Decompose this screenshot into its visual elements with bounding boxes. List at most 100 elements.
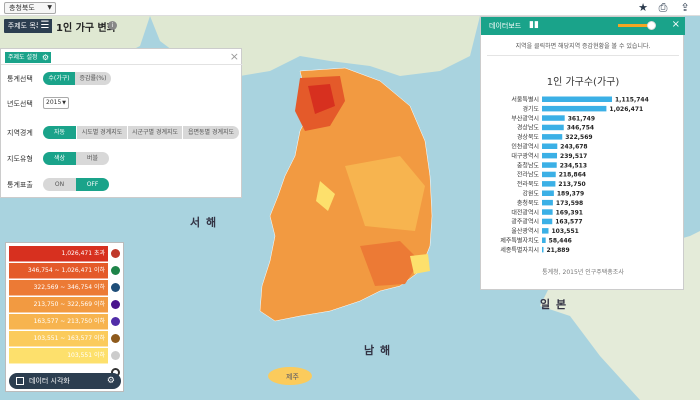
bar[interactable] bbox=[542, 199, 553, 206]
dashboard-panel: 데이터보드 ▮▮ × 지역을 클릭하면 해당지역 증감현황을 볼 수 있습니다.… bbox=[480, 16, 685, 290]
year-select[interactable]: 2015 ▼ bbox=[43, 97, 69, 109]
settings-header: 주제도 설정 ⚙ × bbox=[1, 49, 243, 65]
option-bubble[interactable]: 버블 bbox=[76, 152, 109, 165]
bar[interactable] bbox=[542, 218, 553, 225]
legend-row[interactable]: 103,551 ~ 163,577 이하 bbox=[9, 331, 108, 347]
stat-display-row: 통계표출 ON OFF bbox=[1, 177, 243, 193]
category-label: 제주특별자치도 bbox=[500, 237, 539, 245]
value-label: 21,889 bbox=[547, 247, 570, 254]
category-label: 충청남도 bbox=[517, 161, 540, 169]
value-label: 1,026,471 bbox=[609, 106, 643, 113]
legend-row[interactable]: 103,551 이하 bbox=[9, 348, 108, 364]
year-select-value: 2015 bbox=[46, 99, 62, 106]
legend-color-dot[interactable] bbox=[111, 351, 120, 360]
option-auto[interactable]: 자동 bbox=[43, 126, 76, 139]
row-label: 통계표출 bbox=[7, 181, 33, 189]
legend-row[interactable]: 163,577 ~ 213,750 이하 bbox=[9, 314, 108, 330]
value-label: 189,379 bbox=[557, 191, 584, 198]
value-label: 239,517 bbox=[560, 153, 587, 160]
print-icon[interactable]: ⎙ bbox=[656, 1, 670, 15]
settings-panel: 주제도 설정 ⚙ × 통계선택 수(가구) 증감률(%) 년도선택 2015 ▼… bbox=[0, 48, 243, 198]
bar[interactable] bbox=[542, 237, 546, 244]
dashboard-header: 데이터보드 ▮▮ × bbox=[481, 17, 685, 35]
toggle-off[interactable]: OFF bbox=[76, 178, 109, 191]
year-select-row: 년도선택 2015 ▼ bbox=[1, 96, 243, 112]
gear-icon[interactable]: ⚙ bbox=[40, 52, 51, 63]
category-label: 부산광역시 bbox=[511, 114, 539, 122]
legend-color-dot[interactable] bbox=[111, 266, 120, 275]
value-label: 173,598 bbox=[556, 200, 583, 207]
row-label: 지역경계 bbox=[7, 129, 33, 137]
option-sigungu[interactable]: 시군구별 경계지도 bbox=[128, 126, 182, 139]
row-label: 통계선택 bbox=[7, 75, 33, 83]
legend-color-dot[interactable] bbox=[111, 317, 120, 326]
chevron-down-icon: ▼ bbox=[47, 4, 52, 11]
data-visualization-button[interactable]: 데이터 시각화 ⚙ bbox=[9, 373, 121, 389]
settings-title: 주제도 설정 bbox=[5, 52, 41, 63]
region-select-value: 충청북도 bbox=[9, 4, 35, 12]
legend-row[interactable]: 346,754 ~ 1,026,471 이하 bbox=[9, 263, 108, 279]
close-icon[interactable]: × bbox=[230, 50, 239, 63]
category-label: 대구광역시 bbox=[511, 152, 539, 160]
bar[interactable] bbox=[542, 152, 558, 159]
menu-icon[interactable]: ☰ bbox=[38, 19, 52, 33]
map-type-row: 지도유형 색상 버블 bbox=[1, 151, 243, 167]
category-label: 경상남도 bbox=[517, 124, 540, 132]
category-label: 전라남도 bbox=[517, 171, 540, 179]
divider bbox=[487, 55, 679, 56]
share-icon[interactable]: ⇪ bbox=[678, 1, 692, 15]
option-rate[interactable]: 증감률(%) bbox=[75, 72, 111, 85]
slider-handle[interactable] bbox=[647, 21, 656, 30]
bar[interactable] bbox=[542, 105, 607, 112]
option-color[interactable]: 색상 bbox=[43, 152, 76, 165]
data-source: 통계청, 2015년 인구주택총조사 bbox=[542, 269, 624, 276]
region-select[interactable]: 충청북도 ▼ bbox=[4, 2, 56, 14]
option-eupmyeondong[interactable]: 읍면동별 경계지도 bbox=[183, 126, 239, 139]
bar[interactable] bbox=[542, 171, 556, 178]
option-count[interactable]: 수(가구) bbox=[43, 72, 75, 85]
value-label: 58,446 bbox=[549, 238, 572, 245]
jeju-label: 제주 bbox=[286, 373, 299, 381]
bar[interactable] bbox=[542, 134, 563, 140]
info-icon[interactable]: i bbox=[108, 21, 117, 30]
category-label: 강원도 bbox=[522, 190, 539, 198]
gear-icon[interactable]: ⚙ bbox=[107, 373, 115, 389]
value-label: 322,569 bbox=[565, 134, 592, 141]
boundary-row: 지역경계 자동 시도별 경계지도 시군구별 경계지도 읍면동별 경계지도 bbox=[1, 125, 243, 141]
legend-color-dot[interactable] bbox=[111, 300, 120, 309]
bar[interactable] bbox=[542, 162, 557, 168]
bar[interactable] bbox=[542, 115, 565, 121]
category-label: 전라북도 bbox=[517, 180, 540, 188]
category-label: 경상북도 bbox=[517, 133, 540, 141]
option-sido[interactable]: 시도별 경계지도 bbox=[77, 126, 127, 139]
category-label: 울산광역시 bbox=[511, 227, 539, 235]
legend-color-dot[interactable] bbox=[111, 249, 120, 258]
toggle-on[interactable]: ON bbox=[43, 178, 76, 191]
legend-row[interactable]: 322,569 ~ 346,754 이하 bbox=[9, 280, 108, 296]
opacity-slider[interactable] bbox=[618, 24, 650, 27]
bar[interactable] bbox=[542, 124, 564, 131]
value-label: 361,749 bbox=[568, 115, 595, 122]
viz-button-label: 데이터 시각화 bbox=[29, 377, 70, 385]
legend-row[interactable]: 1,026,471 초과 bbox=[9, 246, 108, 262]
value-label: 1,115,744 bbox=[615, 97, 649, 104]
bar[interactable] bbox=[542, 96, 612, 103]
legend-row[interactable]: 213,750 ~ 322,569 이하 bbox=[9, 297, 108, 313]
bar[interactable] bbox=[542, 181, 556, 187]
close-icon[interactable]: × bbox=[672, 19, 680, 30]
category-label: 광주광역시 bbox=[511, 218, 539, 226]
legend-color-dot[interactable] bbox=[111, 334, 120, 343]
category-label: 세종특별자치시 bbox=[500, 246, 539, 254]
bar[interactable] bbox=[542, 143, 558, 150]
row-label: 지도유형 bbox=[7, 155, 33, 163]
category-label: 인천광역시 bbox=[511, 143, 539, 151]
value-label: 169,391 bbox=[556, 209, 583, 216]
star-icon[interactable]: ★ bbox=[636, 1, 650, 15]
bar[interactable] bbox=[542, 190, 554, 197]
legend-color-dot[interactable] bbox=[111, 283, 120, 292]
row-label: 년도선택 bbox=[7, 100, 33, 108]
bar[interactable] bbox=[542, 209, 553, 215]
bar[interactable] bbox=[542, 228, 549, 234]
bar[interactable] bbox=[542, 246, 544, 253]
value-label: 346,754 bbox=[567, 125, 594, 132]
